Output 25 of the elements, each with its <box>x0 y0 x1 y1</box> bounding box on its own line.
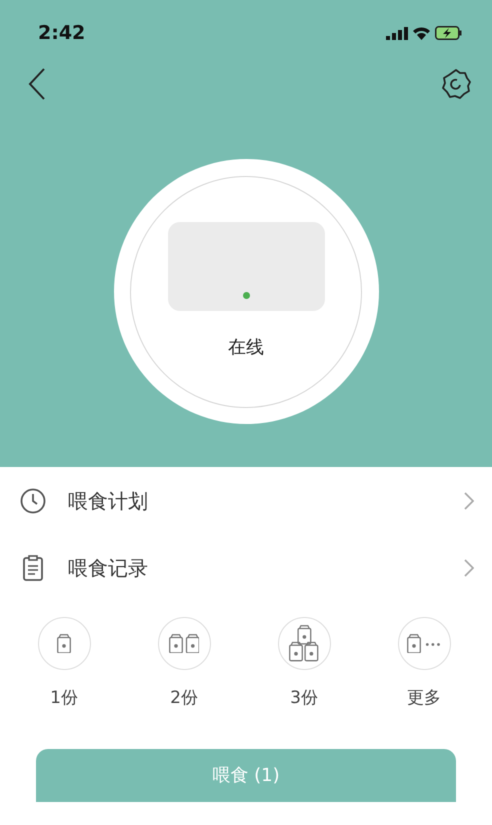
bag-icon <box>57 634 71 654</box>
bags-icon <box>289 625 319 662</box>
chevron-icon <box>464 492 474 510</box>
battery-charging-icon <box>435 26 462 40</box>
status-time: 2:42 <box>38 20 86 46</box>
bags-icon <box>168 634 200 654</box>
signal-icon <box>386 26 408 40</box>
clipboard-icon <box>20 554 46 580</box>
portion-label: 3份 <box>290 687 318 710</box>
portion-label: 1份 <box>50 687 78 710</box>
back-icon[interactable] <box>28 68 46 100</box>
clock-icon <box>20 488 46 514</box>
status-label: 在线 <box>228 336 264 360</box>
wifi-icon <box>412 26 431 40</box>
bag-more-icon <box>407 634 441 654</box>
menu-item[interactable]: 喂食记录 <box>0 534 492 601</box>
chevron-icon <box>464 558 474 576</box>
portion-button[interactable] <box>158 617 210 670</box>
portion-label: 2份 <box>170 687 198 710</box>
menu-item[interactable]: 喂食计划 <box>0 467 492 534</box>
portion-button[interactable] <box>398 617 450 670</box>
portion-label: 更多 <box>407 687 441 710</box>
settings-icon[interactable] <box>440 68 472 100</box>
portion-button[interactable] <box>278 617 330 670</box>
portion-button[interactable] <box>38 617 90 670</box>
